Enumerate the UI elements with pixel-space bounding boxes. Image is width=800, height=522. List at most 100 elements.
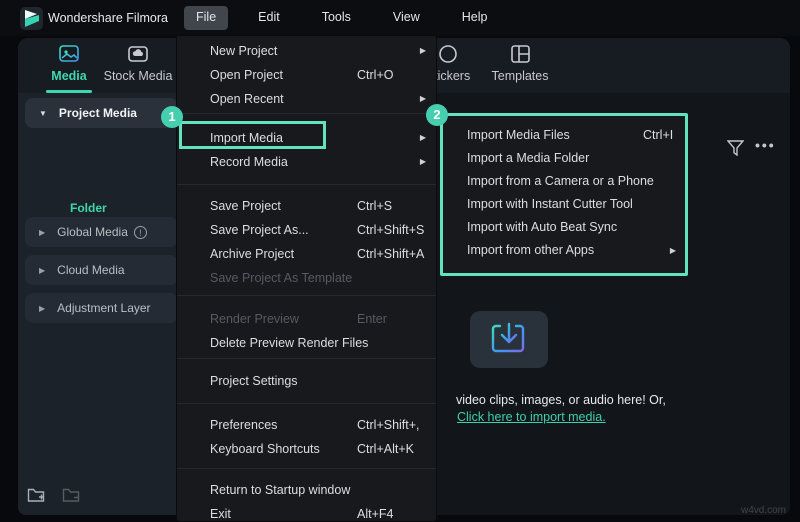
- menubar-item-view[interactable]: View: [381, 6, 432, 30]
- menu-item-exit[interactable]: Exit Alt+F4: [177, 502, 436, 522]
- step1-badge: 1: [161, 106, 183, 128]
- menu-item-label: Project Settings: [210, 374, 298, 388]
- file-menu-group: Save Project Ctrl+S Save Project As... Ctrl…: [177, 185, 436, 296]
- file-menu-group: Project Settings: [177, 359, 436, 404]
- menu-item-label: Import from other Apps: [467, 243, 594, 257]
- sidebar-item-cloud-media[interactable]: ▶ Cloud Media: [25, 255, 178, 285]
- caret-right-icon: ▶: [39, 266, 45, 275]
- menu-item-record-media[interactable]: Record Media ▶: [177, 150, 436, 174]
- import-media-link[interactable]: Click here to import media.: [457, 410, 606, 424]
- menu-item-keyboard-shortcuts[interactable]: Keyboard Shortcuts Ctrl+Alt+K: [177, 437, 436, 461]
- menu-item-label: Keyboard Shortcuts: [210, 442, 320, 456]
- sidebar-item-label: Project Media: [59, 106, 137, 120]
- menu-bar: File Edit Tools View Help: [184, 6, 499, 30]
- sidebar-item-label: Cloud Media: [57, 263, 124, 277]
- menu-item-new-project[interactable]: New Project ▶: [177, 39, 436, 63]
- sidebar-item-folder[interactable]: Folder: [70, 201, 107, 215]
- file-menu-group: PreferencesCtrl+Shift+,Keyboard Shortcut…: [177, 404, 436, 469]
- submenu-arrow-icon: ▶: [420, 39, 426, 63]
- menu-item-import-from-a-camera-or-a-phone[interactable]: Import from a Camera or a Phone: [443, 170, 685, 193]
- menu-item-label: Import with Auto Beat Sync: [467, 220, 617, 234]
- info-icon: !: [134, 226, 147, 239]
- menubar-item-edit[interactable]: Edit: [246, 6, 292, 30]
- menu-item-label: Import with Instant Cutter Tool: [467, 197, 633, 211]
- menu-item-import-with-instant-cutter-tool[interactable]: Import with Instant Cutter Tool: [443, 193, 685, 216]
- sidebar: ▼ Project Media Folder ▶ Global Media ! …: [18, 93, 182, 515]
- tab-templates[interactable]: Templates: [478, 44, 562, 83]
- menu-item-label: Open Recent: [210, 92, 284, 106]
- menubar-item-help[interactable]: Help: [450, 6, 500, 30]
- menu-item-label: Exit: [210, 507, 231, 521]
- menu-item-label: Save Project As...: [210, 223, 309, 237]
- tab-label: Templates: [478, 69, 562, 83]
- menu-item-label: Save Project: [210, 199, 281, 213]
- menu-item-label: Return to Startup window: [210, 483, 350, 497]
- menu-item-shortcut: Ctrl+Shift+A: [357, 242, 424, 266]
- import-media-submenu: Import Media FilesCtrl+I Import a Media F…: [440, 113, 688, 276]
- menu-item-label: Import from a Camera or a Phone: [467, 174, 654, 188]
- menu-item-preferences[interactable]: Preferences Ctrl+Shift+,: [177, 413, 436, 437]
- menu-item-label: Preferences: [210, 418, 277, 432]
- download-icon: [490, 322, 528, 358]
- file-menu-group: Render Preview EnterDelete Preview Render…: [177, 296, 436, 359]
- menu-item-label: New Project: [210, 44, 277, 58]
- menubar-item-tools[interactable]: Tools: [310, 6, 363, 30]
- menu-item-import-with-auto-beat-sync[interactable]: Import with Auto Beat Sync: [443, 216, 685, 239]
- remove-folder-icon[interactable]: [62, 486, 81, 506]
- menu-item-open-recent[interactable]: Open Recent ▶: [177, 87, 436, 111]
- step1-highlight-box: [179, 121, 326, 149]
- submenu-arrow-icon: ▶: [420, 87, 426, 111]
- menu-item-shortcut: Ctrl+I: [643, 124, 673, 147]
- submenu-arrow-icon: ▶: [420, 150, 426, 174]
- more-options-icon[interactable]: •••: [755, 137, 776, 153]
- menu-item-shortcut: Ctrl+S: [357, 194, 392, 218]
- menu-item-archive-project[interactable]: Archive Project Ctrl+Shift+A: [177, 242, 436, 266]
- sidebar-item-adjustment-layer[interactable]: ▶ Adjustment Layer: [25, 293, 178, 323]
- menubar-item-file[interactable]: File: [184, 6, 228, 30]
- sidebar-item-label: Global Media: [57, 225, 128, 239]
- file-menu-group: New Project▶Open ProjectCtrl+OOpen Recen…: [177, 36, 436, 114]
- menu-item-label: Save Project As Template: [210, 271, 352, 285]
- caret-right-icon: ▶: [39, 304, 45, 313]
- menu-item-label: Import a Media Folder: [467, 151, 589, 165]
- add-folder-icon[interactable]: [27, 486, 46, 506]
- sidebar-item-project-media[interactable]: ▼ Project Media: [25, 98, 178, 128]
- menu-item-render-preview: Render Preview Enter: [177, 307, 436, 331]
- title-bar: Wondershare Filmora File Edit Tools View Hel…: [0, 0, 800, 36]
- caret-right-icon: ▶: [39, 228, 45, 237]
- menu-item-import-from-other-apps[interactable]: Import from other Apps ▶: [443, 239, 685, 262]
- sidebar-item-global-media[interactable]: ▶ Global Media !: [25, 217, 178, 247]
- menu-item-shortcut: Ctrl+Shift+S: [357, 218, 424, 242]
- menu-item-shortcut: Enter: [357, 307, 387, 331]
- menu-item-save-project-as-template: Save Project As Template: [177, 266, 436, 290]
- caret-down-icon: ▼: [39, 109, 47, 118]
- dropzone-hint-text: video clips, images, or audio here! Or,: [456, 393, 666, 407]
- template-icon: [478, 44, 562, 66]
- menu-item-label: Record Media: [210, 155, 288, 169]
- submenu-arrow-icon: ▶: [420, 126, 426, 150]
- menu-item-save-project[interactable]: Save Project Ctrl+S: [177, 194, 436, 218]
- menu-item-label: Render Preview: [210, 312, 299, 326]
- filmora-logo: [20, 7, 43, 30]
- menu-item-project-settings[interactable]: Project Settings: [177, 369, 436, 393]
- filter-icon[interactable]: [727, 140, 744, 159]
- app-title: Wondershare Filmora: [48, 11, 168, 25]
- menu-item-return-to-startup-window[interactable]: Return to Startup window: [177, 478, 436, 502]
- menu-item-import-media-files[interactable]: Import Media FilesCtrl+I: [443, 124, 685, 147]
- submenu-arrow-icon: ▶: [670, 239, 676, 262]
- menu-item-shortcut: Ctrl+O: [357, 63, 393, 87]
- menu-item-shortcut: Ctrl+Alt+K: [357, 437, 414, 461]
- step2-badge: 2: [426, 104, 448, 126]
- sidebar-item-label: Adjustment Layer: [57, 301, 150, 315]
- menu-item-shortcut: Ctrl+Shift+,: [357, 413, 420, 437]
- menu-item-save-project-as[interactable]: Save Project As... Ctrl+Shift+S: [177, 218, 436, 242]
- menu-item-open-project[interactable]: Open Project Ctrl+O: [177, 63, 436, 87]
- menu-item-shortcut: Alt+F4: [357, 502, 393, 522]
- menu-item-delete-preview-render-files[interactable]: Delete Preview Render Files: [177, 331, 436, 355]
- menu-item-label: Open Project: [210, 68, 283, 82]
- menu-item-import-a-media-folder[interactable]: Import a Media Folder: [443, 147, 685, 170]
- watermark: w4vd.com: [741, 505, 786, 516]
- menu-item-label: Archive Project: [210, 247, 294, 261]
- import-drop-target[interactable]: [470, 311, 548, 368]
- file-menu-group: Return to Startup window Exit Alt+F4: [177, 469, 436, 522]
